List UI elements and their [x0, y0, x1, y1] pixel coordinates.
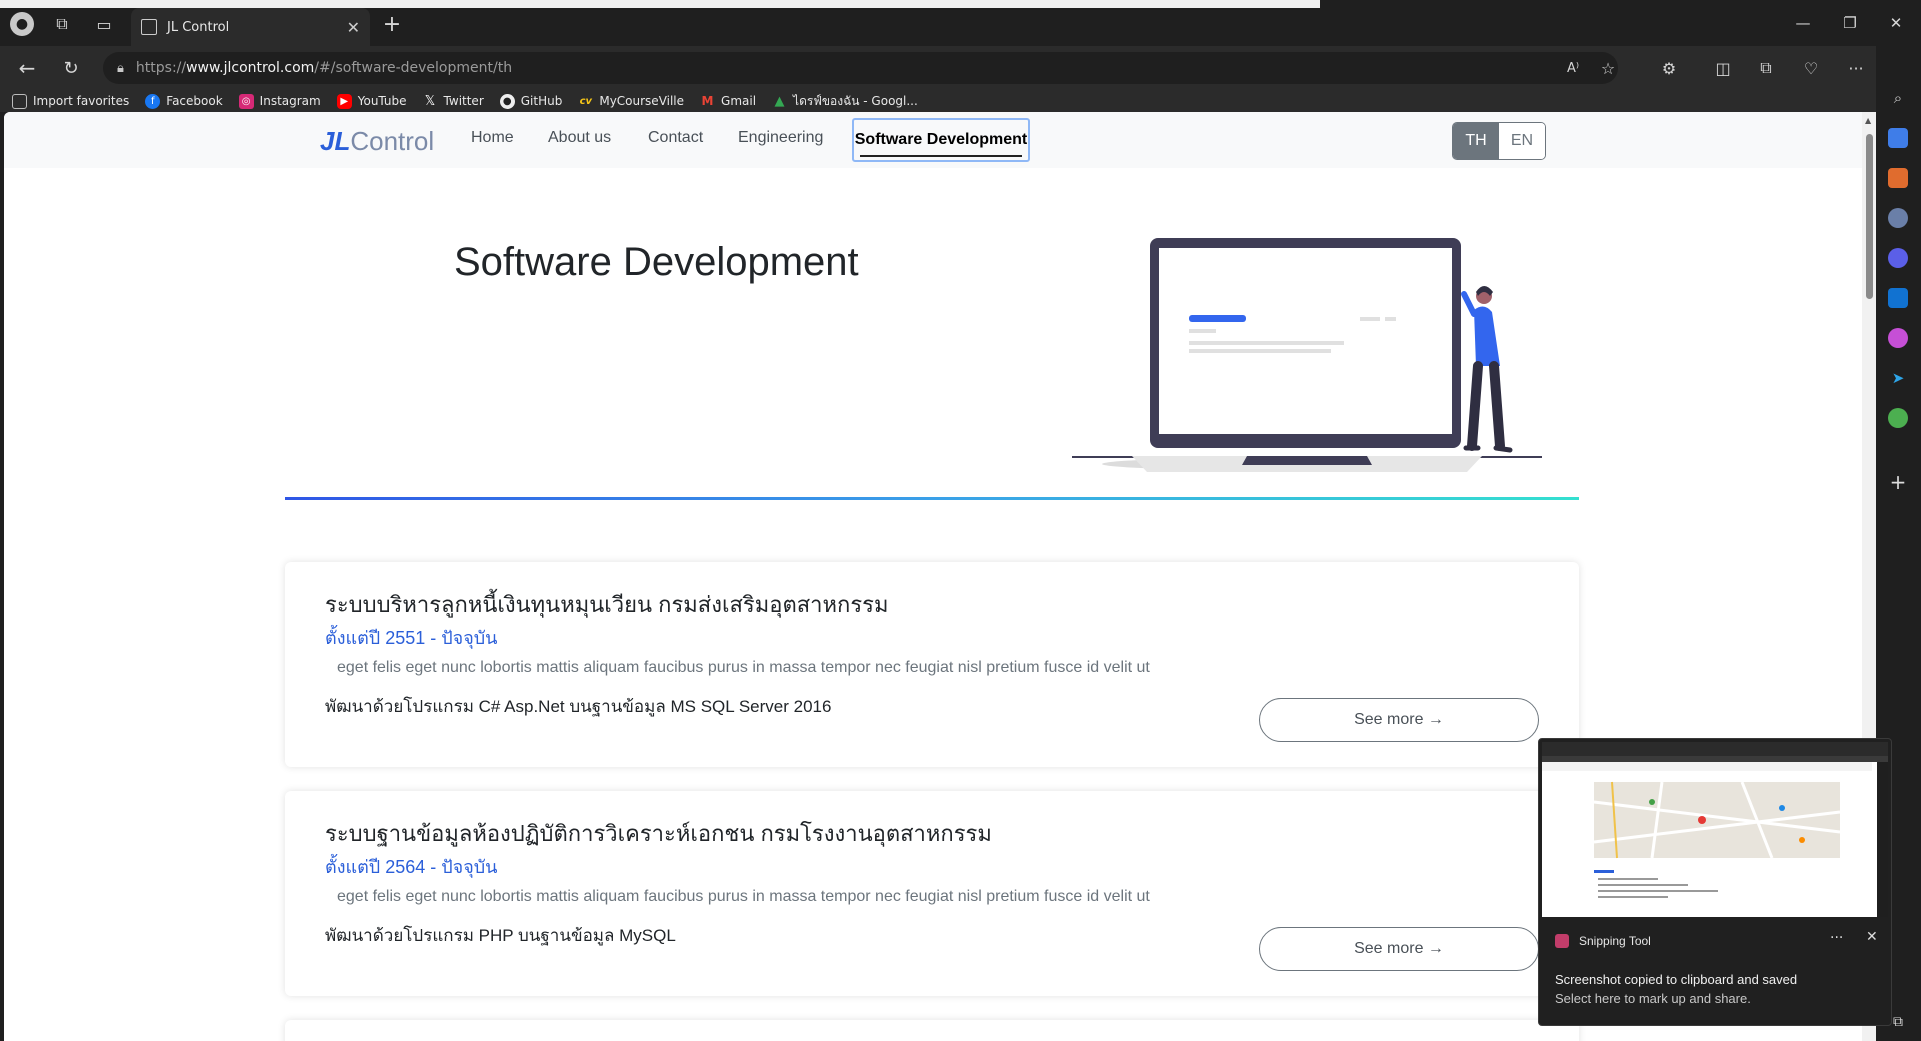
screenshot-preview-image: [1542, 742, 1888, 917]
notification-header: Snipping Tool: [1555, 934, 1651, 948]
send-icon[interactable]: ➤: [1888, 368, 1908, 388]
snipping-tool-notification[interactable]: Snipping Tool ··· ✕ Screenshot copied to…: [1538, 738, 1892, 1026]
copilot-app-icon[interactable]: [1888, 248, 1908, 268]
browser-tab-strip: ● ⧉ ▭ JL Control ✕ + — ❐ ✕: [0, 0, 1921, 46]
bookmark-import-favorites[interactable]: Import favorites: [12, 93, 129, 109]
bookmark-google-drive[interactable]: ▲ ไดรฟ์ของฉัน - Googl...: [772, 92, 918, 111]
collections-icon[interactable]: ⧉: [1755, 57, 1777, 79]
project-description: eget felis eget nunc lobortis mattis ali…: [337, 888, 1150, 905]
url-text: https://www.jlcontrol.com/#/software-dev…: [135, 60, 513, 76]
notification-message: Screenshot copied to clipboard and saved: [1555, 972, 1798, 987]
lang-en-button[interactable]: EN: [1499, 123, 1545, 159]
project-title: ระบบฐานข้อมูลห้องปฏิบัติการวิเคราะห์เอกช…: [325, 821, 992, 846]
nav-home[interactable]: Home: [471, 129, 514, 147]
designer-icon[interactable]: [1888, 328, 1908, 348]
nav-about-us[interactable]: About us: [548, 129, 611, 147]
profile-icon[interactable]: ●: [10, 12, 34, 36]
tab-title: JL Control: [167, 19, 230, 35]
gmail-icon: M: [701, 94, 714, 108]
more-options-icon[interactable]: ···: [1830, 930, 1843, 946]
settings-more-icon[interactable]: ···: [1845, 57, 1867, 79]
games-icon[interactable]: [1888, 208, 1908, 228]
scroll-up-arrow-icon[interactable]: ▲: [1865, 116, 1871, 125]
project-technology: พัฒนาด้วยโปรแกรม PHP บนฐานข้อมูล MySQL: [325, 926, 676, 945]
site-logo[interactable]: JLControl: [320, 126, 434, 157]
github-icon: ●: [499, 93, 515, 109]
restore-icon[interactable]: ❐: [1830, 10, 1870, 36]
bookmark-instagram[interactable]: ◎ Instagram: [238, 93, 321, 109]
bookmark-twitter[interactable]: 𝕏 Twitter: [423, 94, 484, 109]
facebook-icon: f: [145, 93, 161, 109]
refresh-icon[interactable]: ↻: [60, 57, 82, 79]
page-icon: [141, 19, 157, 35]
see-more-button[interactable]: See more →: [1259, 927, 1539, 971]
bookmark-facebook[interactable]: f Facebook: [145, 93, 223, 109]
lang-th-button[interactable]: TH: [1453, 123, 1499, 159]
import-icon: [12, 93, 27, 109]
tab-actions-icon[interactable]: ▭: [94, 14, 114, 34]
project-period: ตั้งแต่ปี 2551 - ปัจจุบัน: [325, 628, 498, 648]
browser-essentials-icon[interactable]: ♡: [1800, 57, 1822, 79]
project-period: ตั้งแต่ปี 2564 - ปัจจุบัน: [325, 857, 498, 877]
tools-icon[interactable]: [1888, 168, 1908, 188]
back-icon[interactable]: ←: [16, 56, 38, 80]
close-window-icon[interactable]: ✕: [1876, 10, 1916, 36]
gradient-divider: [285, 497, 1579, 500]
read-aloud-icon[interactable]: A⁾: [1563, 58, 1583, 78]
bookmark-github[interactable]: ● GitHub: [499, 93, 562, 109]
laptop-illustration: [1072, 238, 1542, 472]
notification-app-name: Snipping Tool: [1579, 934, 1651, 948]
google-drive-icon: ▲: [774, 93, 785, 109]
nav-contact[interactable]: Contact: [648, 129, 703, 147]
add-sidebar-app-icon[interactable]: +: [1888, 470, 1908, 494]
page-title: Software Development: [454, 240, 859, 284]
nav-software-development[interactable]: Software Development: [852, 118, 1030, 162]
search-icon[interactable]: ⌕: [1888, 88, 1908, 108]
nav-engineering[interactable]: Engineering: [738, 129, 823, 147]
language-toggle: TH EN: [1452, 122, 1546, 160]
project-title: ระบบบริหารลูกหนี้เงินทุนหมุนเวียน กรมส่ง…: [325, 592, 889, 617]
youtube-icon: ▶: [336, 93, 352, 109]
favorite-star-icon[interactable]: ☆: [1598, 58, 1618, 78]
notification-hint: Select here to mark up and share.: [1555, 991, 1751, 1006]
scrollbar-thumb[interactable]: [1866, 134, 1873, 299]
active-tab[interactable]: JL Control ✕: [131, 8, 370, 46]
see-more-button[interactable]: See more →: [1259, 698, 1539, 742]
project-technology: พัฒนาด้วยโปรแกรม C# Asp.Net บนฐานข้อมูล …: [325, 697, 832, 716]
minimize-icon[interactable]: —: [1783, 10, 1823, 36]
close-tab-icon[interactable]: ✕: [347, 18, 360, 37]
address-bar[interactable]: 🔒︎ https://www.jlcontrol.com/#/software-…: [103, 52, 1618, 84]
snipping-tool-icon: [1555, 934, 1569, 948]
screenshot-thumbnail[interactable]: [1542, 742, 1888, 917]
shopping-tag-icon[interactable]: [1888, 128, 1908, 148]
favorites-bar: Import favorites f Facebook ◎ Instagram ▶ Y…: [0, 90, 1921, 112]
x-icon: 𝕏: [424, 93, 436, 109]
tree-icon[interactable]: [1888, 408, 1908, 428]
workspaces-icon[interactable]: ⧉: [52, 14, 72, 34]
lock-icon[interactable]: 🔒︎: [117, 61, 124, 76]
window-top-edge: [0, 0, 1320, 8]
bookmark-gmail[interactable]: M Gmail: [700, 94, 757, 109]
mycourseville-icon: cv: [579, 95, 593, 107]
new-tab-icon[interactable]: +: [380, 12, 404, 37]
project-card: ระบบบริหารลูกหนี้เงินทุนหมุนเวียน กรมส่ง…: [285, 562, 1579, 767]
bookmark-youtube[interactable]: ▶ YouTube: [336, 93, 407, 109]
bookmark-mycourseville[interactable]: cv MyCourseVille: [578, 94, 684, 109]
address-toolbar: ← ↻ 🔒︎ https://www.jlcontrol.com/#/softw…: [0, 46, 1921, 90]
close-icon[interactable]: ✕: [1866, 929, 1878, 945]
site-navbar: JLControl Home About us Contact Engineer…: [4, 112, 1862, 168]
project-card-partial: [285, 1020, 1579, 1041]
instagram-icon: ◎: [238, 93, 254, 109]
project-card: ระบบฐานข้อมูลห้องปฏิบัติการวิเคราะห์เอกช…: [285, 791, 1579, 996]
outlook-icon[interactable]: [1888, 288, 1908, 308]
split-screen-icon[interactable]: ◫: [1712, 57, 1734, 79]
extensions-icon[interactable]: ⚙: [1658, 57, 1680, 79]
project-description: eget felis eget nunc lobortis mattis ali…: [337, 659, 1150, 676]
